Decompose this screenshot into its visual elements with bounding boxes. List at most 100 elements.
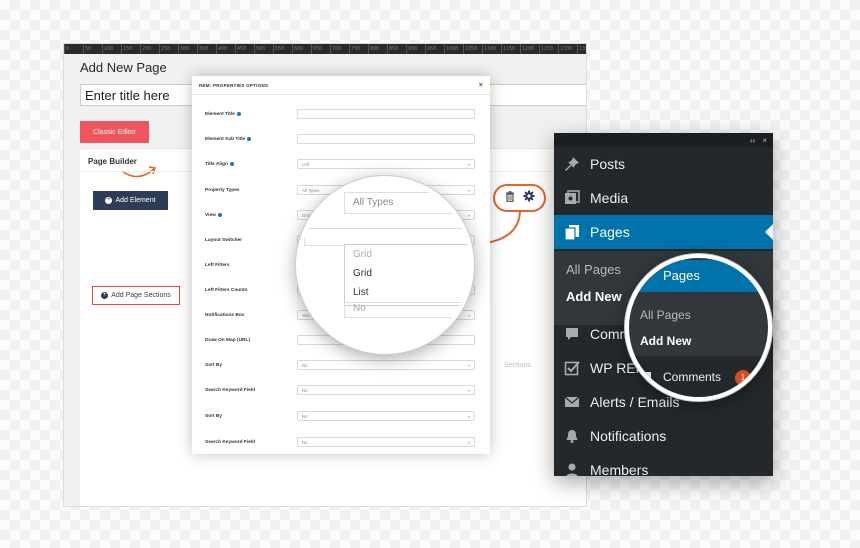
- property-row: Sort By No ▾: [205, 410, 475, 422]
- trash-icon[interactable]: [505, 189, 515, 207]
- classic-editor-button[interactable]: Classic Editor: [80, 121, 149, 143]
- menu-item-notifications[interactable]: Notifications: [554, 419, 773, 453]
- menu-item-media[interactable]: Media: [554, 181, 773, 215]
- collapse-icon[interactable]: ‹‹: [750, 136, 755, 145]
- property-text-input[interactable]: [297, 134, 475, 144]
- ruler-tick: 600: [292, 44, 311, 54]
- add-page-sections-label: Add Page Sections: [111, 292, 171, 299]
- view-option-list[interactable]: List: [345, 283, 470, 302]
- ruler-tick: 900: [406, 44, 425, 54]
- property-select[interactable]: No ▾: [297, 437, 475, 447]
- property-value: Yes: [302, 312, 310, 318]
- menu-item-label: Pages: [590, 224, 630, 240]
- property-label-text: Sort By: [205, 413, 223, 419]
- property-label-text: Search Keyword Field: [205, 387, 256, 393]
- top-ruler: 0 50 100 150 200 250 300 350 400 450 500 550 600 650 7…: [64, 44, 586, 54]
- menu-item-posts[interactable]: Posts: [554, 147, 773, 181]
- submenu-add-new[interactable]: Add New: [566, 289, 622, 304]
- chevron-down-icon: ▾: [467, 161, 470, 167]
- property-select[interactable]: No ▾: [297, 385, 475, 395]
- plus-icon: +: [101, 292, 109, 299]
- property-label: Layout Switcher: [205, 238, 297, 243]
- property-label-text: Left Filters Counts: [205, 287, 248, 293]
- property-label-text: Property Types: [205, 187, 240, 193]
- view-option-grid[interactable]: Grid: [345, 264, 470, 283]
- select-value-zoomed: No: [344, 302, 470, 318]
- property-select[interactable]: No ▾: [297, 360, 475, 370]
- property-text-input[interactable]: [297, 109, 475, 119]
- property-label-text: Notifications Box: [205, 312, 245, 318]
- property-label-text: View: [205, 212, 216, 218]
- close-icon[interactable]: ×: [762, 136, 767, 145]
- property-value: No: [302, 439, 308, 445]
- info-icon[interactable]: [236, 112, 241, 116]
- property-label-text: Sort By: [205, 362, 223, 368]
- bell-icon: [554, 428, 590, 444]
- checkbox-icon: [554, 360, 590, 376]
- property-row: Search Keyword Field No ▾: [205, 436, 475, 448]
- menu-topbar: ‹‹ ×: [554, 133, 773, 147]
- info-icon[interactable]: [229, 162, 234, 166]
- property-value: No: [302, 362, 308, 368]
- add-element-button[interactable]: + Add Element: [93, 191, 168, 210]
- add-new-zoomed[interactable]: Add New: [640, 334, 691, 348]
- menu-item-label: Media: [590, 190, 629, 206]
- plus-icon: +: [105, 197, 113, 204]
- ruler-tick: 550: [273, 44, 292, 54]
- submenu-all-pages[interactable]: All Pages: [566, 262, 621, 277]
- ruler-tick: 650: [311, 44, 330, 54]
- property-select[interactable]: Left ▾: [297, 159, 475, 169]
- property-label: Title Align: [205, 162, 297, 167]
- info-icon[interactable]: [247, 137, 252, 141]
- property-row: Title Align Left ▾: [205, 158, 475, 170]
- property-label: Search Keyword Field: [205, 440, 297, 445]
- all-pages-zoomed[interactable]: All Pages: [640, 308, 691, 322]
- property-label-text: Element Sub Title: [205, 136, 246, 142]
- chevron-down-icon: ▾: [467, 413, 470, 419]
- property-label-text: Draw On Map (URL): [205, 337, 251, 343]
- property-value: Left: [302, 161, 310, 167]
- comments-row-zoomed: Comments 1: [629, 356, 768, 397]
- property-label: Sort By: [205, 414, 297, 419]
- menu-item-label: Posts: [590, 156, 626, 172]
- page-title: Add New Page: [80, 60, 167, 75]
- comments-icon: [554, 326, 590, 342]
- property-types-select-zoomed[interactable]: All Types: [344, 192, 470, 214]
- chevron-down-icon: ▾: [467, 387, 470, 393]
- property-row: Sort By No ▾: [205, 359, 475, 371]
- menu-item-label: Members: [590, 462, 649, 476]
- info-icon[interactable]: [217, 213, 222, 217]
- ruler-tick: 100: [102, 44, 121, 54]
- view-option[interactable]: Grid: [345, 245, 470, 264]
- envelope-icon: [554, 394, 590, 410]
- add-page-sections-button[interactable]: + Add Page Sections: [92, 286, 180, 305]
- chevron-down-icon: ▾: [467, 439, 470, 445]
- media-icon: [554, 190, 590, 206]
- ruler-tick: 350: [197, 44, 216, 54]
- property-label-text: Search Keyword Field: [205, 439, 256, 445]
- faded-sections-text: Sections: [504, 362, 531, 369]
- property-label: Element Sub Title: [205, 137, 297, 142]
- ruler-tick: 450: [235, 44, 254, 54]
- property-value: No: [302, 413, 308, 419]
- property-row: Element Sub Title: [205, 133, 475, 145]
- pages-label-zoomed[interactable]: Pages: [629, 260, 768, 292]
- property-label: Search Keyword Field: [205, 388, 297, 393]
- close-icon[interactable]: ×: [479, 82, 483, 89]
- property-value: No: [302, 387, 308, 393]
- view-dropdown-list: Grid Grid List: [344, 244, 470, 306]
- menu-item-pages[interactable]: Pages: [554, 215, 773, 249]
- gear-icon[interactable]: [523, 189, 535, 207]
- comments-label-zoomed[interactable]: Comments: [663, 370, 721, 384]
- add-element-label: Add Element: [115, 197, 156, 204]
- chevron-down-icon: ▾: [467, 362, 470, 368]
- property-select[interactable]: No ▾: [297, 411, 475, 421]
- ruler-tick: 1350: [577, 44, 586, 54]
- magnifier-pages-submenu: Pages All Pages Add New Comments 1: [625, 254, 772, 401]
- modal-header: REM: PROPERTIES OPTIONS ×: [192, 76, 490, 95]
- members-icon: [554, 462, 590, 476]
- ruler-tick: 700: [330, 44, 349, 54]
- ruler-tick: 300: [178, 44, 197, 54]
- menu-item-members[interactable]: Members: [554, 453, 773, 476]
- property-label-text: Left Filters: [205, 262, 230, 268]
